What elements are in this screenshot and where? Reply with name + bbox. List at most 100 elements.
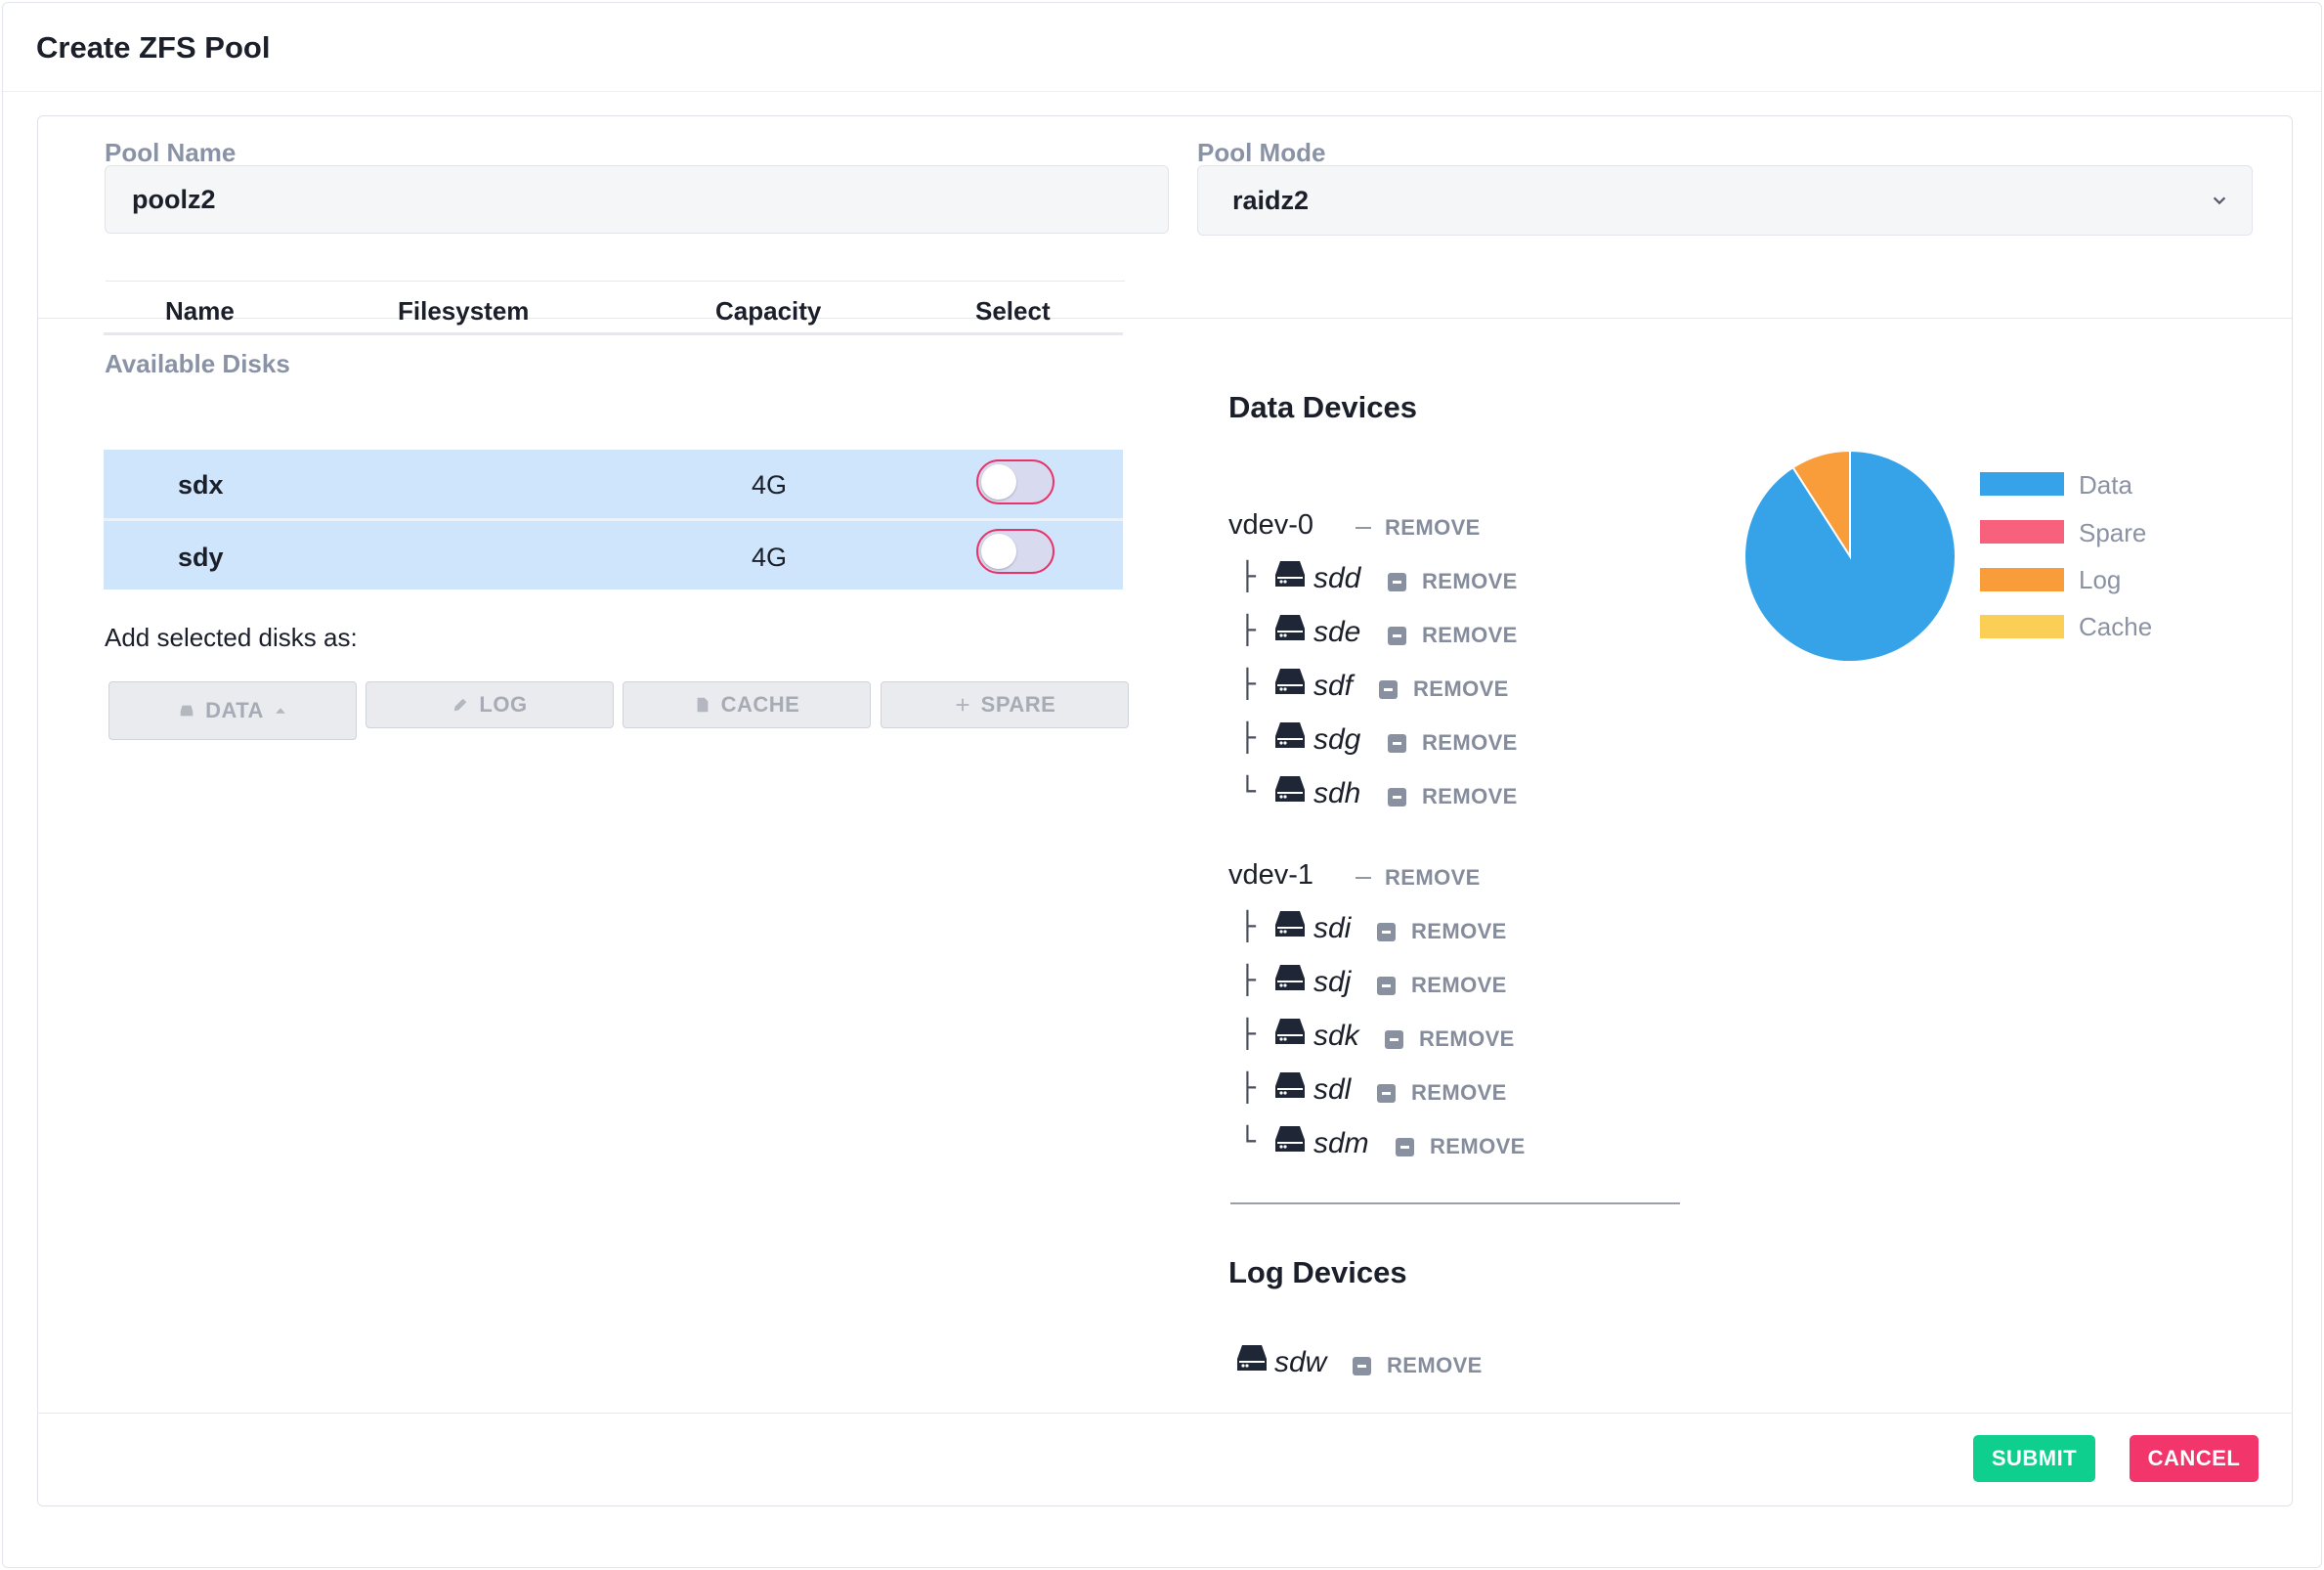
plus-icon [956,698,968,712]
drive-icon [1275,561,1305,587]
minus-square-icon [1353,1356,1371,1375]
drive-icon [1275,776,1305,802]
legend-label-spare: Spare [2079,518,2147,547]
remove-vdev-button[interactable]: REMOVE [1356,515,1481,541]
tree-branch: ├ [1239,910,1256,942]
remove-label: REMOVE [1422,569,1518,593]
toggle-knob [981,534,1016,569]
add-cache-label: CACHE [720,692,800,717]
add-data-label: DATA [205,698,264,722]
pool-name-input[interactable]: poolz2 [105,165,1169,234]
remove-label: REMOVE [1385,865,1481,890]
remove-label: REMOVE [1411,973,1507,997]
title-divider [3,91,2321,92]
col-name: Name [165,296,235,326]
disk-name: sdl [1313,1073,1352,1106]
devices-divider [1230,1202,1680,1204]
file-icon [697,697,709,713]
select-toggle[interactable] [976,459,1054,504]
remove-label: REMOVE [1419,1026,1515,1051]
drive-icon [1275,965,1305,990]
pencil-icon [454,698,467,712]
log-devices-title: Log Devices [1228,1255,1407,1289]
drive-icon [1275,1072,1305,1098]
legend-swatch-cache [1980,615,2064,638]
tree-branch-last: └ [1239,1125,1256,1157]
disk-name: sdg [1313,723,1361,756]
remove-disk-button[interactable]: REMOVE [1388,784,1518,809]
disk-name: sdw [1274,1346,1327,1378]
remove-disk-button[interactable]: REMOVE [1388,623,1518,648]
remove-disk-button[interactable]: REMOVE [1377,973,1507,998]
table-header-border [104,332,1123,335]
drive-icon [1275,1126,1305,1152]
disk-capacity-cell: 4G [752,543,788,572]
add-spare-button[interactable]: SPARE [881,681,1129,728]
tree-branch: ├ [1239,560,1256,592]
available-disks-title: Available Disks [105,349,290,378]
disk-name: sdm [1313,1127,1369,1159]
add-log-label: LOG [479,692,528,717]
legend-label-data: Data [2079,470,2132,500]
minus-square-icon [1388,787,1406,807]
pool-name-label: Pool Name [105,138,237,167]
tree-branch: ├ [1239,1071,1256,1104]
remove-disk-button[interactable]: REMOVE [1377,919,1507,944]
pool-form-card: Pool Name poolz2 Pool Mode raidz2 Availa… [37,115,2293,1506]
remove-disk-button[interactable]: REMOVE [1379,676,1509,702]
remove-disk-button[interactable]: REMOVE [1388,569,1518,594]
legend-label-cache: Cache [2079,612,2153,641]
add-cache-button[interactable]: CACHE [623,681,871,728]
drive-icon [180,705,194,717]
disk-name: sdj [1313,966,1352,998]
cancel-button[interactable]: CANCEL [2130,1435,2259,1482]
toggle-knob [981,464,1016,500]
footer-divider [37,1413,2293,1414]
drive-icon [1275,911,1305,937]
remove-disk-button[interactable]: REMOVE [1385,1026,1515,1052]
disk-name: sdk [1313,1020,1359,1052]
tree-branch: ├ [1239,964,1256,996]
minus-square-icon [1388,626,1406,645]
pool-mode-label: Pool Mode [1197,138,1326,167]
minus-square-icon [1388,733,1406,753]
add-data-button[interactable]: DATA [108,681,357,740]
legend-label-log: Log [2079,565,2122,594]
remove-vdev-button[interactable]: REMOVE [1356,865,1481,891]
legend-swatch-data [1980,472,2064,496]
tree-branch: ├ [1239,1018,1256,1050]
pool-mode-value: raidz2 [1232,185,1310,215]
remove-disk-button[interactable]: REMOVE [1388,730,1518,756]
minus-square-icon [1385,1029,1403,1049]
minus-square-icon [1388,572,1406,591]
tree-branch-last: └ [1239,775,1256,807]
pool-mode-select[interactable]: raidz2 [1197,165,2253,236]
minus-square-icon [1379,679,1398,699]
data-devices-title: Data Devices [1228,390,1418,424]
disk-name: sdd [1313,562,1361,594]
tree-branch: ├ [1239,668,1256,700]
remove-label: REMOVE [1422,730,1518,755]
add-spare-label: SPARE [980,692,1056,717]
disk-name: sdi [1313,912,1352,944]
disk-name-cell: sdx [178,470,224,500]
drive-icon [1275,722,1305,748]
add-log-button[interactable]: LOG [366,681,614,728]
remove-label: REMOVE [1387,1353,1483,1377]
disk-name-cell: sdy [178,543,224,572]
minus-square-icon [1396,1137,1414,1156]
remove-label: REMOVE [1411,1080,1507,1105]
disk-name: sde [1313,616,1361,648]
dash-icon [1356,527,1371,529]
remove-label: REMOVE [1422,623,1518,647]
submit-button[interactable]: SUBMIT [1973,1435,2095,1482]
disk-capacity-cell: 4G [752,470,788,500]
device-pie-chart [1743,449,1957,663]
minus-square-icon [1377,976,1396,995]
remove-label: REMOVE [1422,784,1518,808]
remove-disk-button[interactable]: REMOVE [1396,1134,1526,1159]
select-toggle[interactable] [976,529,1054,574]
remove-disk-button[interactable]: REMOVE [1377,1080,1507,1106]
col-capacity: Capacity [715,296,822,326]
remove-disk-button[interactable]: REMOVE [1353,1353,1483,1378]
